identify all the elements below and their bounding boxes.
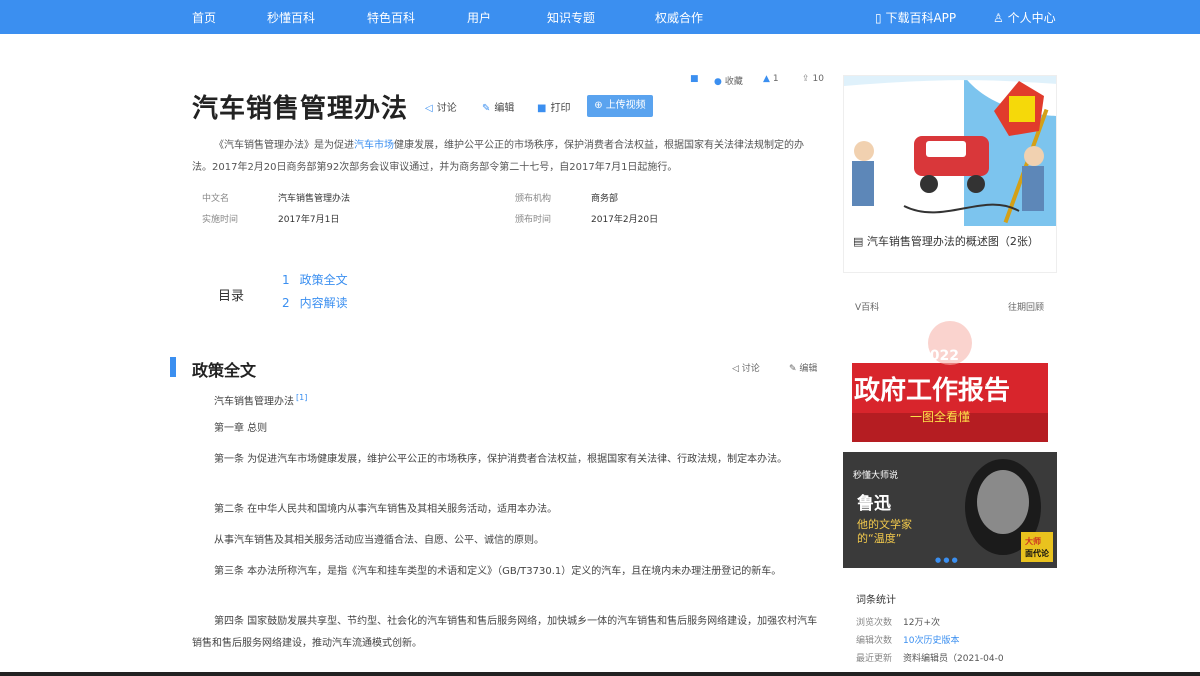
discuss-label: 讨论 [436,103,457,114]
video-card-gov-report[interactable]: 2022 政府工作报告 一图全看懂 [852,318,1048,442]
video1-year: 2022 [920,348,959,364]
section-title: 政策全文 [192,361,257,380]
stats-title: 词条统计 [856,595,896,606]
upload-video-label: 上传视频 [605,100,646,111]
nav-item-cooperation[interactable]: 权威合作 [655,9,703,26]
video2-badge1: 大师 [1025,537,1041,546]
article-summary: 《汽车销售管理办法》是为促进汽车市场健康发展，维护公平公正的市场秩序，保护消费者… [192,140,804,173]
toc-item-full-text[interactable]: 1 政策全文 [282,271,348,288]
stat-views-label: 浏览次数 [856,618,893,628]
album-caption[interactable]: ▤ 汽车销售管理办法的概述图（2张） [853,232,1053,251]
share-count: 10 [812,74,824,84]
discuss-button[interactable]: ◁ 讨论 [425,99,457,114]
stat-edits-value[interactable]: 10次历史版本 [903,633,959,646]
video2-line2: 的“温度” [857,532,902,545]
user-center-link[interactable]: ♙ 个人中心 [993,9,1056,26]
carousel-dots[interactable]: ● ● ● [935,556,958,564]
v-baike-title: V百科 [855,303,880,313]
phone-icon: ▯ [875,11,882,25]
article-paragraph: 第二条 在中华人民共和国境内从事汽车销售及其相关服务活动，适用本办法。 [214,504,558,515]
pencil-icon: ✎ [789,364,800,374]
info-value-effective: 2017年7月1日 [278,215,340,225]
page-title: 汽车销售管理办法 [192,94,409,124]
collect-label: 收藏 [724,77,743,87]
toc-label: 目录 [218,289,245,304]
article-paragraph: 从事汽车销售及其相关服务活动应当遵循合法、自愿、公平、诚信的原则。 [214,535,544,546]
print-button[interactable]: ■ 打印 [537,99,570,114]
share-icon: ⇪ [802,74,810,84]
v-baike-more-link[interactable]: 往期回顾 [1008,300,1044,313]
article-paragraph: 第四条 国家鼓励发展共享型、节约型、社会化的汽车销售和售后服务网络，加快城乡一体… [192,616,818,649]
article-paragraph: 第三条 本办法所称汽车，是指《汽车和挂车类型的术语和定义》（GB/T3730.1… [214,566,782,577]
toc-item-interpretation[interactable]: 2 内容解读 [282,294,348,311]
share-button[interactable]: ⇪ 10 [802,74,824,84]
collect-button[interactable]: ● 收藏 [714,74,743,87]
section-discuss-button[interactable]: ◁ 讨论 [732,361,760,374]
chapter-heading: 第一章 总则 [214,423,268,434]
top-nav: 首页 秒懂百科 特色百科 用户 知识专题 权威合作 ▯ 下载百科APP ♙ 个人… [0,0,1200,34]
print-label: 打印 [550,103,571,114]
user-center-label: 个人中心 [1007,11,1056,25]
info-label-pub-date: 颁布时间 [515,215,552,225]
nav-item-user[interactable]: 用户 [467,9,491,26]
video1-subtitle: 一图全看懂 [910,410,971,424]
summary-link-auto-market[interactable]: 汽车市场 [354,140,394,151]
like-count: 1 [772,74,779,84]
comment-icon: ◁ [732,364,742,374]
info-value-pub-org: 商务部 [591,194,619,204]
reference-link[interactable]: [1] [296,393,307,402]
info-label-name: 中文名 [202,194,230,204]
user-icon: ♙ [993,11,1004,25]
star-icon: ● [714,77,722,87]
bookmark-icon: ■ [690,74,699,84]
print-icon: ■ [537,103,547,114]
thumb-up-icon: ▲ [763,74,770,84]
like-button[interactable]: ▲ 1 [763,74,779,84]
info-label-effective: 实施时间 [202,215,239,225]
doc-title: 汽车销售管理办法 [1] [214,393,308,408]
nav-item-home[interactable]: 首页 [192,9,216,26]
nav-item-topics[interactable]: 知识专题 [547,9,595,26]
video-card-luxun[interactable]: 秒懂大师说 鲁迅 他的文学家 的“温度” 大师 面代论 ● ● ● [843,452,1057,568]
section-marker [170,357,176,377]
pencil-icon: ✎ [482,103,491,114]
video2-brand: 秒懂大师说 [853,471,899,481]
edit-button[interactable]: ✎ 编辑 [482,99,514,114]
video2-name: 鲁迅 [857,494,891,514]
download-app-link[interactable]: ▯ 下载百科APP [875,9,956,26]
gallery-icon: ▤ [853,235,867,248]
comment-icon: ◁ [425,103,433,114]
stat-edits-label: 编辑次数 [856,636,893,646]
plus-circle-icon: ⊕ [594,100,603,111]
nav-item-featured[interactable]: 特色百科 [367,9,415,26]
edit-label: 编辑 [494,103,515,114]
download-app-label: 下载百科APP [885,11,957,25]
section-edit-button[interactable]: ✎ 编辑 [789,361,817,374]
article-paragraph: 第一条 为促进汽车市场健康发展，维护公平公正的市场秩序，保护消费者合法权益，根据… [214,454,788,465]
bottom-edge [0,672,1200,676]
video1-title: 政府工作报告 [854,376,1011,406]
info-value-pub-date: 2017年2月20日 [591,215,659,225]
collect-toggle[interactable]: ■ [690,74,702,84]
stat-views-value: 12万+次 [903,618,940,628]
nav-item-miaodong[interactable]: 秒懂百科 [267,9,315,26]
stat-updated-label: 最近更新 [856,654,893,664]
video2-badge2: 面代论 [1025,549,1049,558]
info-label-pub-org: 颁布机构 [515,194,552,204]
info-value-name: 汽车销售管理办法 [278,194,351,204]
upload-video-button[interactable]: ⊕ 上传视频 [587,95,653,117]
stat-updated-value: 资料编辑员（2021-04-0 [903,654,1004,664]
